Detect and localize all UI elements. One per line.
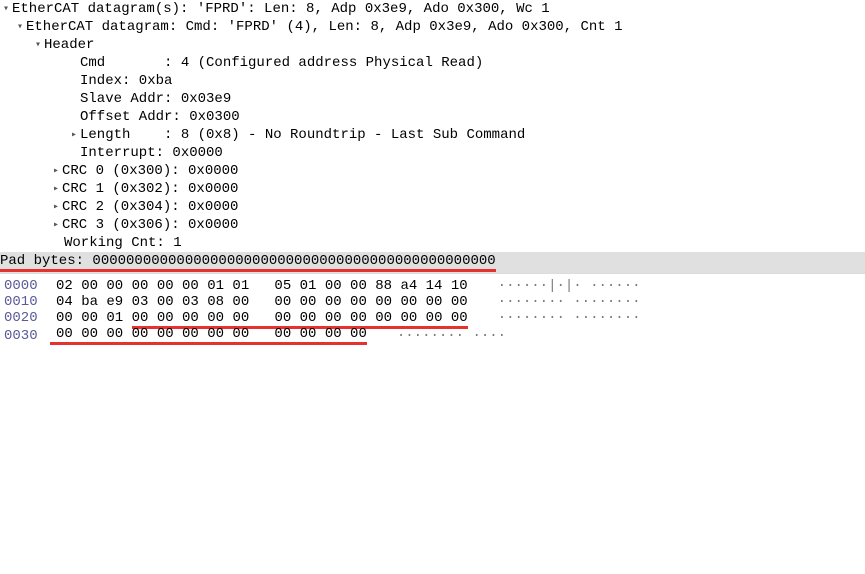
chevron-right-icon[interactable] — [50, 183, 62, 195]
hex-dump-pane: 0000 02 00 00 00 00 00 01 01 05 01 00 00… — [0, 276, 865, 347]
tree-label: Cmd : 4 (Configured address Physical Rea… — [80, 55, 483, 71]
tree-label: Slave Addr: 0x03e9 — [80, 91, 231, 107]
hex-offset: 0020 — [4, 310, 50, 326]
hex-ascii: ········ ···· — [367, 328, 506, 344]
hex-row[interactable]: 0030 00 00 00 00 00 00 00 00 00 00 00 00… — [0, 326, 865, 345]
tree-label: Interrupt: 0x0000 — [80, 145, 223, 161]
tree-row-ethercat-datagrams[interactable]: EtherCAT datagram(s): 'FPRD': Len: 8, Ad… — [0, 0, 865, 18]
tree-label: EtherCAT datagram: Cmd: 'FPRD' (4), Len:… — [26, 19, 623, 35]
tree-row-crc2[interactable]: CRC 2 (0x304): 0x0000 — [0, 198, 865, 216]
tree-label: CRC 0 (0x300): 0x0000 — [62, 163, 238, 179]
hex-bytes: 00 00 01 00 00 00 00 00 00 00 00 00 00 0… — [50, 310, 468, 326]
tree-row-offset-addr[interactable]: Offset Addr: 0x0300 — [0, 108, 865, 126]
hex-row[interactable]: 0020 00 00 01 00 00 00 00 00 00 00 00 00… — [0, 310, 865, 326]
tree-row-header[interactable]: Header — [0, 36, 865, 54]
tree-row-cmd[interactable]: Cmd : 4 (Configured address Physical Rea… — [0, 54, 865, 72]
hex-bytes: 04 ba e9 03 00 03 08 00 00 00 00 00 00 0… — [50, 294, 468, 310]
tree-label: CRC 1 (0x302): 0x0000 — [62, 181, 238, 197]
tree-row-ethercat-datagram[interactable]: EtherCAT datagram: Cmd: 'FPRD' (4), Len:… — [0, 18, 865, 36]
tree-row-crc1[interactable]: CRC 1 (0x302): 0x0000 — [0, 180, 865, 198]
packet-tree: EtherCAT datagram(s): 'FPRD': Len: 8, Ad… — [0, 0, 865, 273]
hex-bytes: 00 00 00 00 00 00 00 00 00 00 00 00 — [50, 326, 367, 345]
hex-row[interactable]: 0000 02 00 00 00 00 00 01 01 05 01 00 00… — [0, 278, 865, 294]
tree-row-pad-bytes[interactable]: Pad bytes: 00000000000000000000000000000… — [0, 252, 865, 273]
tree-label: Header — [44, 37, 94, 53]
chevron-down-icon[interactable] — [14, 21, 26, 33]
tree-label: Offset Addr: 0x0300 — [80, 109, 240, 125]
chevron-down-icon[interactable] — [32, 39, 44, 51]
tree-row-interrupt[interactable]: Interrupt: 0x0000 — [0, 144, 865, 162]
hex-offset: 0030 — [4, 328, 50, 344]
hex-row[interactable]: 0010 04 ba e9 03 00 03 08 00 00 00 00 00… — [0, 294, 865, 310]
tree-label: EtherCAT datagram(s): 'FPRD': Len: 8, Ad… — [12, 1, 550, 17]
tree-label: Working Cnt: 1 — [64, 235, 182, 251]
tree-row-working-cnt[interactable]: Working Cnt: 1 — [0, 234, 865, 252]
hex-offset: 0010 — [4, 294, 50, 310]
tree-label: Length : 8 (0x8) - No Roundtrip - Last S… — [80, 127, 525, 143]
tree-row-length[interactable]: Length : 8 (0x8) - No Roundtrip - Last S… — [0, 126, 865, 144]
tree-row-crc3[interactable]: CRC 3 (0x306): 0x0000 — [0, 216, 865, 234]
tree-row-index[interactable]: Index: 0xba — [0, 72, 865, 90]
tree-row-crc0[interactable]: CRC 0 (0x300): 0x0000 — [0, 162, 865, 180]
chevron-right-icon[interactable] — [68, 129, 80, 141]
chevron-right-icon[interactable] — [50, 201, 62, 213]
tree-label: CRC 2 (0x304): 0x0000 — [62, 199, 238, 215]
tree-label: CRC 3 (0x306): 0x0000 — [62, 217, 238, 233]
hex-bytes: 02 00 00 00 00 00 01 01 05 01 00 00 88 a… — [50, 278, 468, 294]
chevron-right-icon[interactable] — [50, 219, 62, 231]
tree-label: Pad bytes: 00000000000000000000000000000… — [0, 253, 496, 272]
tree-label: Index: 0xba — [80, 73, 172, 89]
chevron-right-icon[interactable] — [50, 165, 62, 177]
hex-ascii: ········ ········ — [468, 310, 641, 326]
hex-offset: 0000 — [4, 278, 50, 294]
hex-ascii: ······|·|· ······ — [468, 278, 641, 294]
hex-ascii: ········ ········ — [468, 294, 641, 310]
chevron-down-icon[interactable] — [0, 3, 12, 15]
tree-row-slave-addr[interactable]: Slave Addr: 0x03e9 — [0, 90, 865, 108]
